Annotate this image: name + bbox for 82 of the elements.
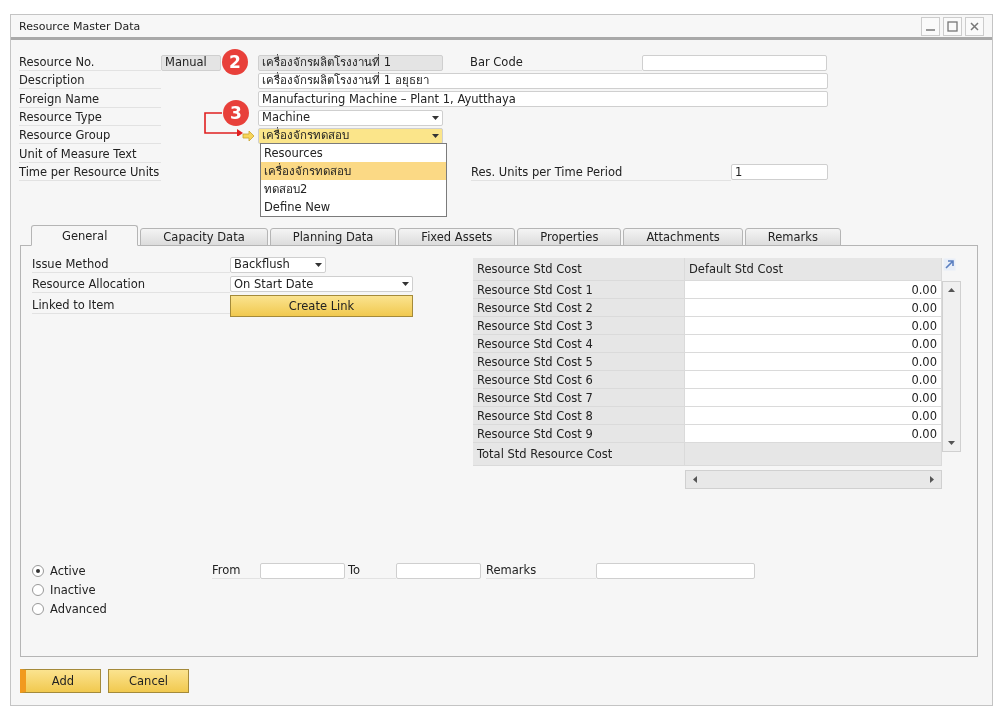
- field-label: Resource No.: [19, 54, 161, 72]
- table-cell[interactable]: 0.00: [685, 389, 942, 408]
- caret-icon: [432, 133, 439, 138]
- table-cell[interactable]: 0.00: [685, 407, 942, 426]
- field-label: Linked to Item: [32, 297, 230, 315]
- radio-button[interactable]: [32, 564, 44, 577]
- input-field[interactable]: [642, 54, 827, 71]
- table-cell[interactable]: 0.00: [685, 353, 942, 372]
- table-cell[interactable]: 0.00: [685, 299, 942, 318]
- field-label: Foreign Name: [19, 90, 161, 108]
- input-field[interactable]: เครื่องจักรผลิตโรงงานที่ 1: [258, 54, 443, 71]
- table-cell: Resource Std Cost 2: [473, 299, 685, 318]
- scroll-down-icon[interactable]: [948, 439, 955, 447]
- table-cell[interactable]: 0.00: [685, 281, 942, 300]
- radio-option[interactable]: Inactive: [32, 581, 212, 599]
- input-field[interactable]: 1: [731, 164, 828, 181]
- input-field[interactable]: เครื่องจักรผลิตโรงงานที่ 1 อยุธยา: [258, 72, 828, 89]
- table-cell: Resource Std Cost 1: [473, 281, 685, 300]
- dropdown[interactable]: เครื่องจักรทดสอบ: [258, 127, 443, 144]
- field-label: Issue Method: [32, 256, 230, 274]
- column-header: Resource Std Cost: [473, 258, 685, 282]
- table-cell[interactable]: 0.00: [685, 335, 942, 354]
- tab[interactable]: Planning Data: [269, 228, 397, 247]
- table-cell: Total Std Resource Cost: [473, 443, 685, 467]
- input-field[interactable]: [396, 562, 481, 579]
- dialog-button[interactable]: Cancel: [108, 669, 189, 694]
- table-cell: Resource Std Cost 5: [473, 353, 685, 372]
- column-header: Default Std Cost: [685, 258, 942, 282]
- tab[interactable]: Capacity Data: [140, 228, 268, 247]
- arrow-icon: [242, 130, 255, 141]
- table-cell[interactable]: 0.00: [685, 371, 942, 390]
- dropdown[interactable]: Backflush: [230, 256, 326, 273]
- tab[interactable]: Attachments: [623, 228, 743, 247]
- input-field[interactable]: Manufacturing Machine – Plant 1, Ayutthaya: [258, 91, 828, 108]
- table-cell[interactable]: 0.00: [685, 425, 942, 444]
- dropdown[interactable]: Machine: [258, 109, 443, 126]
- radio-option[interactable]: Active: [32, 562, 212, 580]
- table-cell: Resource Std Cost 7: [473, 389, 685, 408]
- field-label: Unit of Measure Text: [19, 145, 161, 163]
- field-label: Resource Group: [19, 127, 161, 145]
- dropdown[interactable]: On Start Date: [230, 276, 413, 292]
- window-title: Resource Master Data: [19, 19, 141, 33]
- caret-icon: [432, 115, 439, 120]
- scroll-up-icon[interactable]: [948, 287, 955, 295]
- callout-badge: 2: [222, 49, 248, 75]
- tab[interactable]: General: [31, 225, 139, 247]
- table-cell: Resource Std Cost 3: [473, 317, 685, 336]
- close-icon[interactable]: [965, 16, 984, 36]
- scroll-left-icon[interactable]: [692, 476, 699, 484]
- expand-icon[interactable]: [943, 258, 956, 272]
- radio-option[interactable]: Advanced: [32, 600, 212, 618]
- callout-badge: 3: [223, 100, 249, 126]
- caret-icon: [315, 262, 322, 267]
- input-field[interactable]: [596, 562, 755, 579]
- horizontal-scrollbar[interactable]: [685, 470, 942, 490]
- vertical-scrollbar[interactable]: [942, 281, 961, 453]
- table-cell: Resource Std Cost 4: [473, 335, 685, 354]
- table-cell: Resource Std Cost 6: [473, 371, 685, 390]
- field-label: Remarks: [486, 562, 596, 580]
- minimize-icon[interactable]: [921, 16, 940, 36]
- radio-button[interactable]: [32, 583, 44, 596]
- scroll-right-icon[interactable]: [928, 476, 935, 484]
- input-field[interactable]: [260, 562, 345, 579]
- tab[interactable]: Fixed Assets: [398, 228, 516, 247]
- dialog-button[interactable]: Add: [20, 669, 101, 694]
- table-cell: Resource Std Cost 8: [473, 407, 685, 426]
- field-label: Resource Type: [19, 109, 161, 127]
- field-label: Bar Code: [470, 54, 642, 72]
- field-label: Description: [19, 72, 161, 90]
- create-link-button[interactable]: Create Link: [230, 294, 413, 317]
- tab[interactable]: Remarks: [744, 228, 841, 247]
- table-cell: Resource Std Cost 9: [473, 425, 685, 444]
- field-label: Res. Units per Time Period: [471, 163, 731, 181]
- table-cell[interactable]: 0.00: [685, 317, 942, 336]
- maximize-icon[interactable]: [943, 16, 962, 36]
- caret-icon: [402, 282, 409, 286]
- series-field[interactable]: Manual: [161, 54, 221, 71]
- dropdown-option[interactable]: เครื่องจักรทดสอบ: [261, 162, 446, 180]
- field-label: Time per Resource Units: [19, 163, 161, 181]
- radio-button[interactable]: [32, 602, 44, 615]
- field-label: Resource Allocation: [32, 275, 230, 293]
- tab[interactable]: Properties: [517, 228, 622, 247]
